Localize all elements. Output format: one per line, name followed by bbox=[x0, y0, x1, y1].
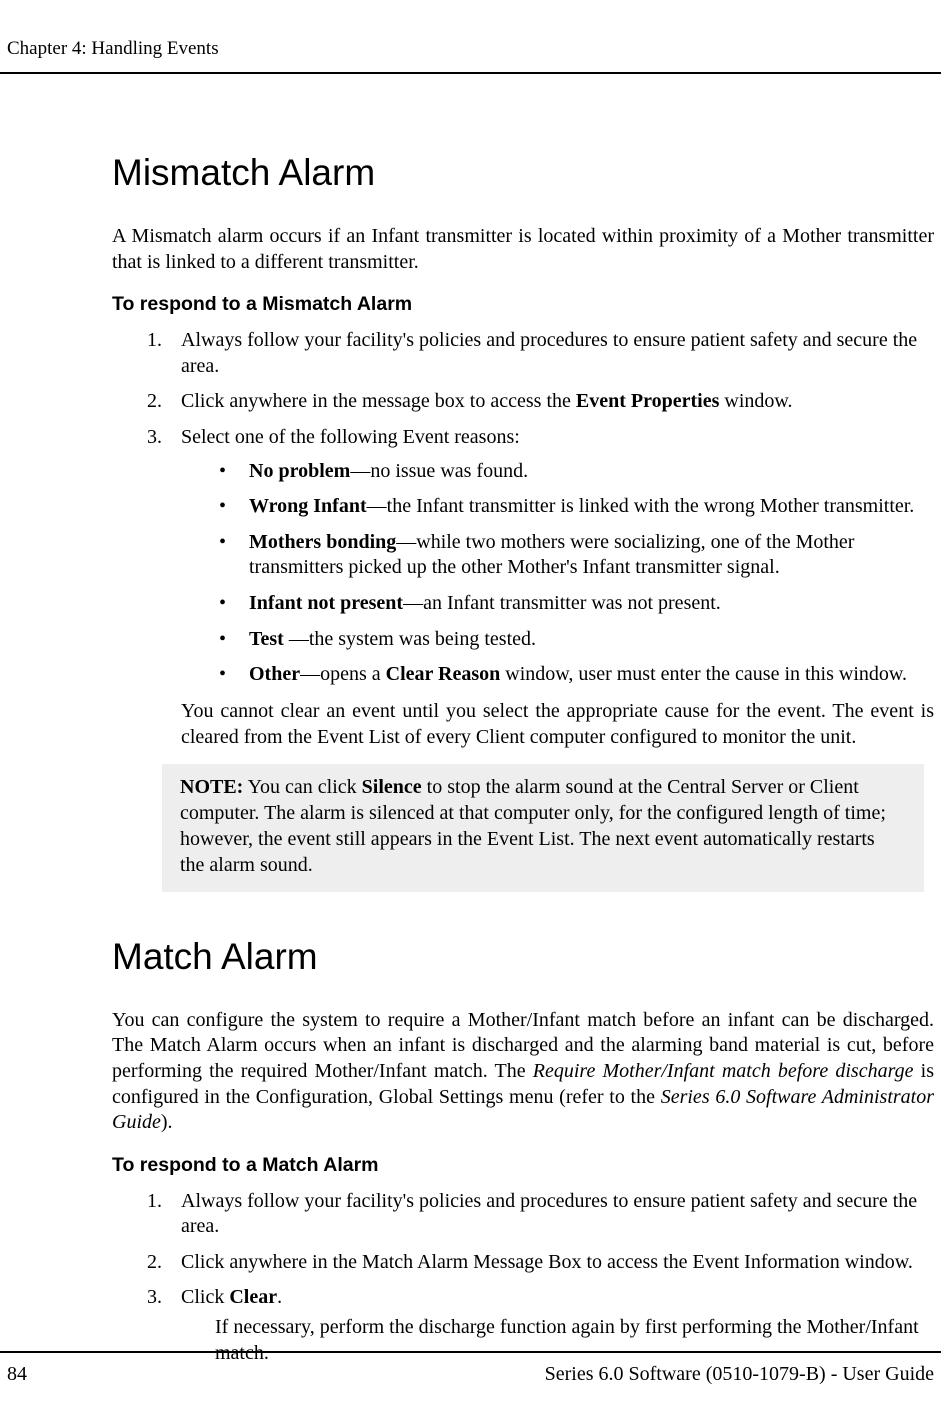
page-footer: 84 Series 6.0 Software (0510-1079-B) - U… bbox=[0, 1351, 941, 1386]
list-item: Other—opens a Clear Reason window, user … bbox=[215, 662, 934, 688]
footer-rule bbox=[0, 1351, 941, 1353]
text: window, user must enter the cause in thi… bbox=[500, 663, 907, 685]
mismatch-steps: 1. Always follow your facility's policie… bbox=[112, 328, 934, 688]
heading-mismatch-alarm: Mismatch Alarm bbox=[112, 152, 934, 194]
step-number: 1. bbox=[147, 1189, 162, 1215]
text: —the Infant transmitter is linked with t… bbox=[367, 495, 915, 517]
step-number: 2. bbox=[147, 389, 162, 415]
step-item: 1. Always follow your facility's policie… bbox=[147, 1189, 934, 1240]
step-text: Always follow your facility's policies a… bbox=[181, 329, 917, 377]
step-number: 3. bbox=[147, 425, 162, 451]
page-number: 84 bbox=[7, 1363, 27, 1386]
list-item: Wrong Infant—the Infant transmitter is l… bbox=[215, 494, 934, 520]
text: Click anywhere in the message box to acc… bbox=[181, 390, 576, 412]
step-item: 2. Click anywhere in the message box to … bbox=[147, 389, 934, 415]
step-text: Click anywhere in the message box to acc… bbox=[181, 390, 793, 412]
list-item: Test —the system was being tested. bbox=[215, 627, 934, 653]
mismatch-respond-heading: To respond to a Mismatch Alarm bbox=[112, 293, 934, 316]
mismatch-intro: A Mismatch alarm occurs if an Infant tra… bbox=[112, 224, 934, 275]
bold-text: Other bbox=[249, 663, 300, 685]
bold-text: Silence bbox=[362, 776, 422, 798]
bold-text: Mothers bonding bbox=[249, 531, 396, 553]
step-number: 1. bbox=[147, 328, 162, 354]
list-item: Infant not present—an Infant transmitter… bbox=[215, 591, 934, 617]
text: window. bbox=[719, 390, 792, 412]
text: —an Infant transmitter was not present. bbox=[403, 592, 721, 614]
page: Chapter 4: Handling Events Mismatch Alar… bbox=[0, 0, 941, 1420]
header-rule bbox=[0, 72, 941, 74]
match-respond-heading: To respond to a Match Alarm bbox=[112, 1154, 934, 1177]
main-content: Mismatch Alarm A Mismatch alarm occurs i… bbox=[0, 152, 941, 1366]
step-text: Click anywhere in the Match Alarm Messag… bbox=[181, 1251, 913, 1273]
step-text: Select one of the following Event reason… bbox=[181, 426, 520, 448]
list-item: No problem—no issue was found. bbox=[215, 459, 934, 485]
step-item: 3. Select one of the following Event rea… bbox=[147, 425, 934, 688]
bold-text: Wrong Infant bbox=[249, 495, 367, 517]
step-number: 3. bbox=[147, 1285, 162, 1311]
reason-list: No problem—no issue was found. Wrong Inf… bbox=[181, 459, 934, 688]
text: —opens a bbox=[300, 663, 386, 685]
note-label: NOTE: bbox=[180, 776, 243, 798]
match-steps: 1. Always follow your facility's policie… bbox=[112, 1189, 934, 1367]
italic-text: Require Mother/Infant match before disch… bbox=[533, 1060, 914, 1082]
text: Click bbox=[181, 1286, 229, 1308]
match-intro: You can configure the system to require … bbox=[112, 1008, 934, 1136]
footer-row: 84 Series 6.0 Software (0510-1079-B) - U… bbox=[0, 1363, 941, 1386]
step-text: Click Clear. bbox=[181, 1286, 282, 1308]
bold-text: Event Properties bbox=[576, 390, 720, 412]
bold-text: Infant not present bbox=[249, 592, 403, 614]
note-box: NOTE: You can click Silence to stop the … bbox=[162, 764, 924, 892]
step-number: 2. bbox=[147, 1250, 162, 1276]
doc-title: Series 6.0 Software (0510-1079-B) - User… bbox=[545, 1363, 934, 1386]
step-text: Always follow your facility's policies a… bbox=[181, 1190, 917, 1238]
text: . bbox=[277, 1286, 282, 1308]
bold-text: Test bbox=[249, 628, 289, 650]
chapter-header: Chapter 4: Handling Events bbox=[0, 38, 941, 72]
text: —the system was being tested. bbox=[289, 628, 536, 650]
bold-text: Clear Reason bbox=[386, 663, 501, 685]
text: You can click bbox=[243, 776, 361, 798]
bold-text: Clear bbox=[229, 1286, 277, 1308]
text: —no issue was found. bbox=[350, 460, 528, 482]
heading-match-alarm: Match Alarm bbox=[112, 936, 934, 978]
mismatch-trailing-note: You cannot clear an event until you sele… bbox=[112, 698, 934, 750]
bold-text: No problem bbox=[249, 460, 350, 482]
step-item: 1. Always follow your facility's policie… bbox=[147, 328, 934, 379]
list-item: Mothers bonding—while two mothers were s… bbox=[215, 530, 934, 581]
step-item: 2. Click anywhere in the Match Alarm Mes… bbox=[147, 1250, 934, 1276]
text: ). bbox=[161, 1111, 173, 1133]
